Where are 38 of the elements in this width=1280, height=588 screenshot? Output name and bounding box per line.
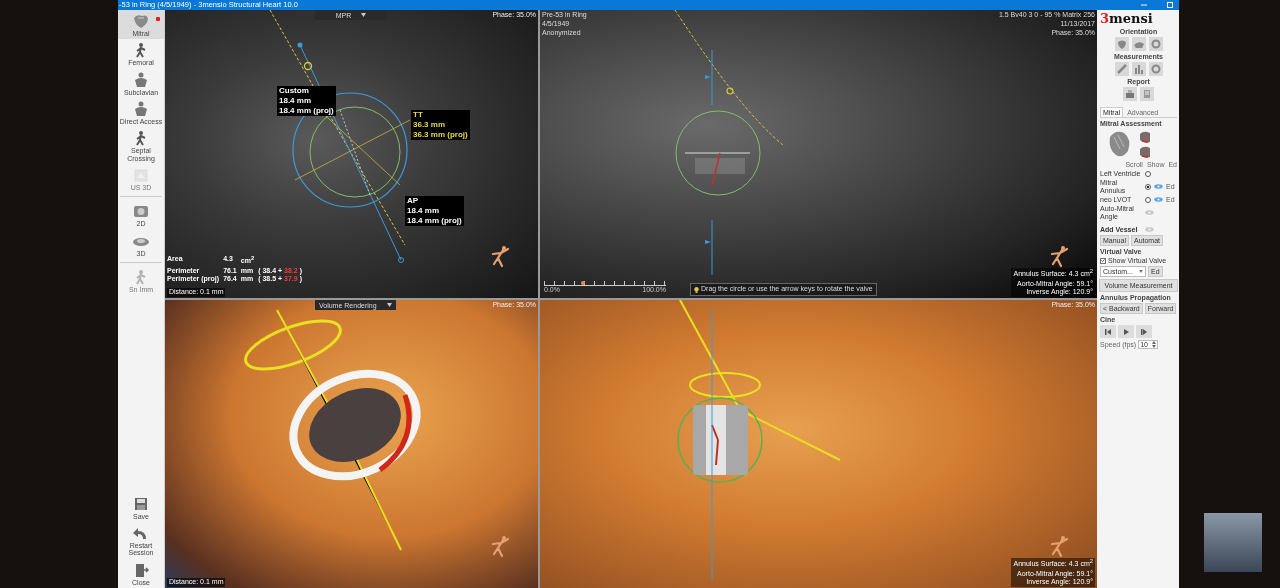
measurement-label: AP 18.4 mm 18.4 mm (proj) [405, 196, 464, 226]
measurement-label: TT 36.3 mm 36.3 mm (proj) [411, 110, 470, 140]
next-frame-button[interactable] [1136, 325, 1152, 339]
body-orientation-icon [490, 244, 512, 268]
radio-button[interactable] [1145, 196, 1151, 203]
report-button[interactable] [1123, 87, 1137, 101]
play-icon [1123, 328, 1129, 335]
ruler-icon [1116, 64, 1127, 74]
heart-model-icon [1138, 144, 1152, 159]
lightbulb-icon [694, 286, 699, 293]
heart-model-icon [1138, 129, 1152, 144]
app-logo: 3mensi [1100, 12, 1154, 26]
dropdown-caret-icon [361, 13, 367, 17]
bar-chart-icon [1133, 64, 1144, 74]
previous-frame-button[interactable] [1100, 325, 1116, 339]
maximize-icon [1167, 2, 1173, 8]
radio-button[interactable] [1145, 183, 1151, 190]
measure-button[interactable] [1131, 62, 1146, 76]
document-icon [1142, 89, 1152, 99]
body-orientation-icon [1049, 244, 1071, 268]
minimize-icon [1141, 3, 1147, 7]
checkmark-icon [1101, 258, 1105, 264]
dropdown-caret-icon [1139, 270, 1143, 274]
spinner-arrows-icon [1152, 341, 1157, 349]
printer-icon [1125, 89, 1135, 99]
measure-button[interactable] [1114, 62, 1129, 76]
measurement-label: Custom 18.4 mm 18.4 mm (proj) [277, 86, 336, 116]
phase-slider[interactable] [544, 281, 666, 287]
checkbox[interactable] [1100, 257, 1106, 264]
body-orientation-icon [1049, 534, 1071, 558]
skip-back-icon [1105, 328, 1111, 335]
body-orientation-icon [490, 534, 512, 558]
slider-thumb[interactable] [581, 281, 586, 286]
webcam-video-placeholder [1204, 513, 1262, 572]
radio-button[interactable] [1145, 170, 1151, 177]
dropdown-caret-icon [386, 303, 392, 307]
play-button[interactable] [1118, 325, 1134, 339]
skip-forward-icon [1141, 328, 1147, 335]
